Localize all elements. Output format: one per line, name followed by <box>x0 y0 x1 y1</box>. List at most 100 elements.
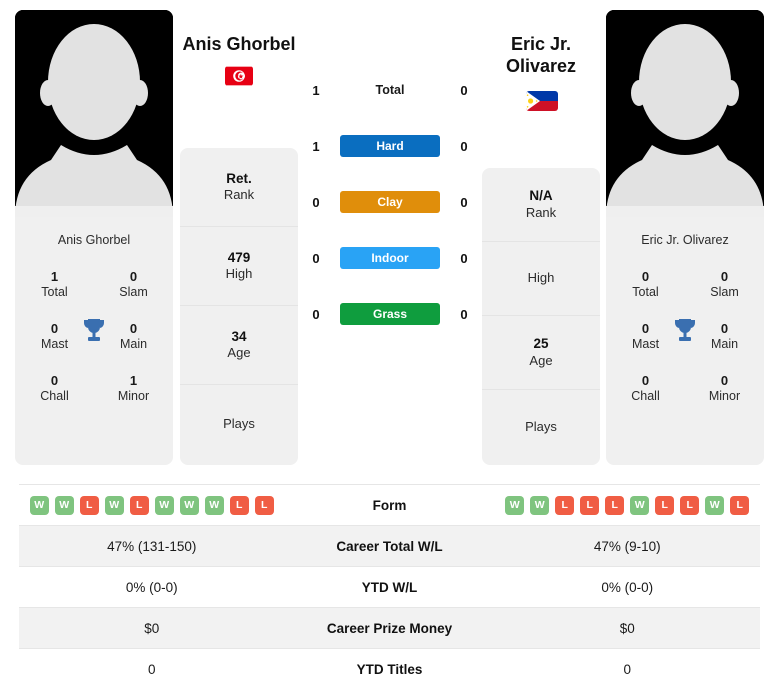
form-badge-loss[interactable]: L <box>555 495 575 515</box>
rank-value: N/A <box>529 188 553 204</box>
table-row: 0 YTD Titles 0 <box>19 648 760 689</box>
title-stat-label: Minor <box>708 389 741 403</box>
stat-value-left: $0 <box>144 620 160 636</box>
player-card-right: Eric Jr. Olivarez 0 Total 0 Slam 0 Mast … <box>606 10 764 465</box>
title-stat-value: 0 <box>129 269 138 284</box>
form-badge-loss[interactable]: L <box>680 495 700 515</box>
title-stat-label: Chall <box>631 389 660 403</box>
title-stat-label: Total <box>41 285 68 300</box>
form-badge-win[interactable]: W <box>104 495 124 515</box>
form-badge-loss[interactable]: L <box>605 495 625 515</box>
age-value: 34 <box>231 328 247 344</box>
player-photo-name-left: Anis Ghorbel <box>57 233 131 247</box>
player-photo-left <box>15 10 173 217</box>
age-cell: 34 Age <box>180 306 298 385</box>
form-badge-loss[interactable]: L <box>129 495 149 515</box>
trophy-icon <box>674 318 696 341</box>
surface-row-grass: 0 Grass 0 <box>305 286 475 342</box>
avatar-silhouette-icon <box>15 10 173 217</box>
stat-value-left: 47% (131-150) <box>107 538 197 554</box>
player-name-right[interactable]: Eric Jr. Olivarez <box>484 34 598 78</box>
plays-cell: Plays <box>180 385 298 464</box>
title-stat-cell: 0 Chall <box>15 363 94 415</box>
plays-label: Plays <box>525 418 557 434</box>
title-stat-cell: 1 Total <box>15 259 94 311</box>
title-stat-value: 0 <box>720 269 729 284</box>
title-stat-value: 0 <box>720 320 729 336</box>
surface-row-clay: 0 Clay 0 <box>305 174 475 230</box>
stat-value-left: 0% (0-0) <box>125 579 178 595</box>
title-stat-value: 0 <box>641 269 650 284</box>
player-name-left[interactable]: Anis Ghorbel <box>182 34 296 56</box>
title-stat-cell: 0 Chall <box>606 363 685 415</box>
form-badge-win[interactable]: W <box>705 495 725 515</box>
form-badge-loss[interactable]: L <box>254 495 274 515</box>
rank-card-left: Ret. Rank 479 High 34 Age Plays <box>180 148 298 465</box>
form-badge-loss[interactable]: L <box>229 495 249 515</box>
surface-count-left: 1 <box>312 138 320 154</box>
rank-cell: N/A Rank <box>482 168 600 242</box>
surface-badge-grass[interactable]: Grass <box>340 303 440 325</box>
form-badge-win[interactable]: W <box>29 495 49 515</box>
rank-cell: Ret. Rank <box>180 148 298 227</box>
form-badge-win[interactable]: W <box>179 495 199 515</box>
surface-label-total: Total <box>375 83 405 97</box>
title-stat-label: Slam <box>710 285 739 300</box>
surface-count-left: 0 <box>312 250 320 266</box>
player-card-left: Anis Ghorbel 1 Total 0 Slam 0 Mast 0 Mai… <box>15 10 173 465</box>
high-cell: High <box>482 242 600 316</box>
player-comparison-page: Anis Ghorbel 1 Total 0 Slam 0 Mast 0 Mai… <box>0 0 779 699</box>
rank-label: Rank <box>223 187 255 203</box>
surface-row-indoor: 0 Indoor 0 <box>305 230 475 286</box>
age-label: Age <box>529 352 553 368</box>
high-label: High <box>225 266 253 282</box>
title-stat-cell: 0 Slam <box>94 259 173 311</box>
title-stat-cell: 0 Total <box>606 259 685 311</box>
form-badges-right: WWLLLWLLWL <box>495 495 761 515</box>
form-badge-win[interactable]: W <box>204 495 224 515</box>
plays-label: Plays <box>223 416 255 432</box>
table-row: WWLWLWWWLL Form WWLLLWLLWL <box>19 484 760 525</box>
form-badge-win[interactable]: W <box>54 495 74 515</box>
titles-grid-left: 1 Total 0 Slam 0 Mast 0 Main 0 Chall 1 M… <box>15 247 173 415</box>
age-value: 25 <box>533 336 549 352</box>
title-stat-label: Minor <box>117 389 150 403</box>
stat-value-right: 47% (9-10) <box>593 538 661 554</box>
high-label: High <box>527 270 555 286</box>
avatar-silhouette-icon <box>606 10 764 217</box>
form-badge-loss[interactable]: L <box>655 495 675 515</box>
title-stat-label: Slam <box>119 285 148 300</box>
age-label: Age <box>227 345 251 361</box>
rank-label: Rank <box>525 204 557 220</box>
table-row-label: YTD Titles <box>356 661 423 677</box>
surface-count-left: 1 <box>312 82 320 98</box>
stat-value-left: 0 <box>147 661 156 677</box>
stat-value-right: 0% (0-0) <box>601 579 654 595</box>
philippines-flag-icon <box>526 91 558 111</box>
surface-breakdown: 1 Total 0 1 Hard 0 0 Clay 0 0 Indoor 0 0 <box>305 62 475 342</box>
form-badge-win[interactable]: W <box>154 495 174 515</box>
form-badge-loss[interactable]: L <box>580 495 600 515</box>
high-cell: 479 High <box>180 227 298 306</box>
surface-count-right: 0 <box>460 306 468 322</box>
title-stat-cell: 1 Minor <box>94 363 173 415</box>
surface-badge-indoor[interactable]: Indoor <box>340 247 440 269</box>
surface-badge-hard[interactable]: Hard <box>340 135 440 157</box>
form-badge-win[interactable]: W <box>530 495 550 515</box>
age-cell: 25 Age <box>482 316 600 390</box>
form-badge-win[interactable]: W <box>630 495 650 515</box>
table-row-label: Form <box>372 497 407 513</box>
surface-row-hard: 1 Hard 0 <box>305 118 475 174</box>
tunisia-flag-icon <box>225 66 253 86</box>
comparison-stats-table: WWLWLWWWLL Form WWLLLWLLWL 47% (131-150)… <box>19 484 760 689</box>
form-badge-loss[interactable]: L <box>79 495 99 515</box>
rank-card-right: N/A Rank High 25 Age Plays <box>482 168 600 465</box>
form-badge-win[interactable]: W <box>505 495 525 515</box>
form-badge-loss[interactable]: L <box>730 495 750 515</box>
player-photo-right <box>606 10 764 217</box>
trophy-icon <box>83 318 105 341</box>
surface-count-right: 0 <box>460 194 468 210</box>
table-row: $0 Career Prize Money $0 <box>19 607 760 648</box>
surface-badge-clay[interactable]: Clay <box>340 191 440 213</box>
title-stat-value: 1 <box>129 372 138 388</box>
